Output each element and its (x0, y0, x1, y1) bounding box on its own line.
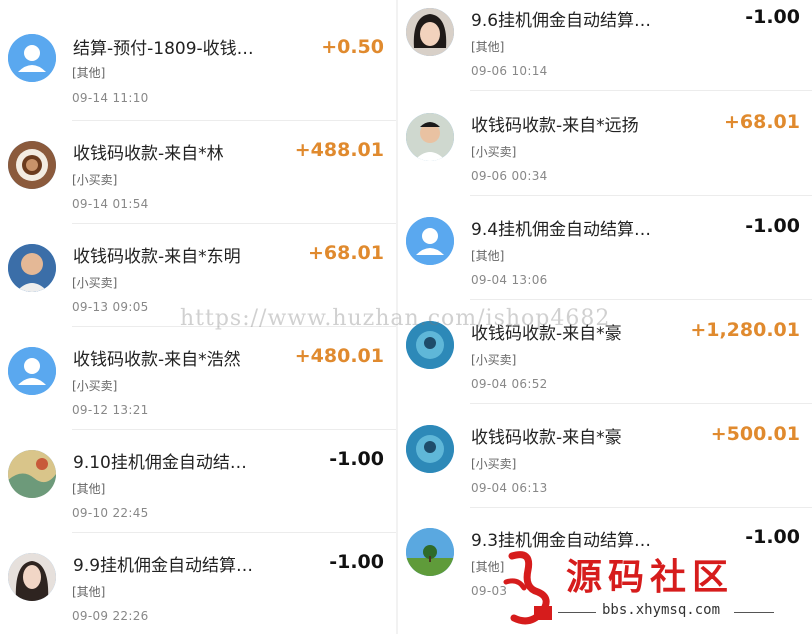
transaction-time: 09-13 09:05 (72, 300, 149, 314)
transaction-title: 收钱码收款-来自*远扬 (471, 116, 639, 136)
transaction-amount: +1,280.01 (690, 319, 800, 341)
row-divider (470, 299, 812, 300)
painting-avatar-icon (8, 450, 56, 498)
girl-portrait-avatar-icon (406, 8, 454, 56)
row-divider (470, 90, 812, 91)
ink-seal-logo-icon (498, 548, 558, 626)
transaction-title: 9.9挂机佣金自动结算… (73, 556, 254, 576)
boy-portrait-avatar-icon (406, 113, 454, 161)
transaction-category: [其他] (471, 249, 505, 263)
underwater-avatar-icon (406, 425, 454, 473)
transaction-row[interactable]: 结算-预付-1809-收钱… [其他] 09-14 11:10 +0.50 (0, 0, 396, 121)
transaction-amount: +488.01 (294, 139, 384, 161)
url-watermark: https://www.huzhan.com/ishop4682 (180, 306, 611, 331)
man-portrait-avatar-icon (8, 244, 56, 292)
transaction-row[interactable]: 收钱码收款-来自*远扬 [小买卖] 09-06 00:34 +68.01 (398, 93, 812, 196)
transaction-time: 09-04 13:06 (471, 273, 548, 287)
transaction-amount: -1.00 (745, 215, 800, 237)
transaction-row[interactable]: 收钱码收款-来自*浩然 [小买卖] 09-12 13:21 +480.01 (0, 327, 396, 430)
transaction-row[interactable]: 收钱码收款-来自*豪 [小买卖] 09-04 06:13 +500.01 (398, 405, 812, 508)
transaction-category: [其他] (72, 66, 106, 80)
transaction-row[interactable]: 9.6挂机佣金自动结算… [其他] 09-06 10:14 -1.00 (398, 0, 812, 91)
transaction-title: 收钱码收款-来自*豪 (471, 428, 622, 448)
transaction-time: 09-14 01:54 (72, 197, 149, 211)
transaction-category: [小买卖] (72, 276, 118, 290)
transaction-title: 结算-预付-1809-收钱… (73, 39, 254, 59)
transaction-title: 收钱码收款-来自*浩然 (73, 350, 241, 370)
transaction-category: [其他] (72, 585, 106, 599)
logo-url: bbs.xhymsq.com (602, 602, 721, 618)
default-user-avatar-icon (8, 347, 56, 395)
transaction-row[interactable]: 9.10挂机佣金自动结… [其他] 09-10 22:45 -1.00 (0, 430, 396, 533)
transaction-time: 09-06 10:14 (471, 64, 548, 78)
tree-landscape-avatar-icon (406, 528, 454, 576)
site-logo: 源码社区 bbs.xhymsq.com (498, 544, 810, 632)
transaction-row[interactable]: 9.4挂机佣金自动结算… [其他] 09-04 13:06 -1.00 (398, 197, 812, 300)
transaction-row[interactable]: 9.9挂机佣金自动结算… [其他] 09-09 22:26 -1.00 (0, 533, 396, 636)
transaction-time: 09-14 11:10 (72, 91, 149, 105)
transaction-time: 09-06 00:34 (471, 169, 548, 183)
transaction-amount: +480.01 (294, 345, 384, 367)
transaction-title: 9.6挂机佣金自动结算… (471, 11, 652, 31)
row-divider (470, 195, 812, 196)
transaction-title: 9.10挂机佣金自动结… (73, 453, 247, 473)
logo-line-right (734, 612, 774, 613)
transaction-title: 收钱码收款-来自*东明 (73, 247, 241, 267)
transaction-amount: -1.00 (745, 6, 800, 28)
transaction-category: [其他] (471, 40, 505, 54)
transaction-amount: +68.01 (723, 111, 800, 133)
transaction-row[interactable]: 收钱码收款-来自*林 [小买卖] 09-14 01:54 +488.01 (0, 121, 396, 224)
transaction-category: [小买卖] (72, 379, 118, 393)
coffee-avatar-icon (8, 141, 56, 189)
default-user-avatar-icon (8, 34, 56, 82)
transaction-time: 09-10 22:45 (72, 506, 149, 520)
transaction-amount: -1.00 (329, 551, 384, 573)
transaction-time: 09-09 22:26 (72, 609, 149, 623)
transaction-category: [小买卖] (471, 457, 517, 471)
logo-line-left (558, 612, 596, 613)
transaction-title: 9.4挂机佣金自动结算… (471, 220, 652, 240)
transaction-category: [小买卖] (72, 173, 118, 187)
transaction-amount: +68.01 (307, 242, 384, 264)
woman-portrait-avatar-icon (8, 553, 56, 601)
transaction-category: [其他] (72, 482, 106, 496)
default-user-avatar-icon (406, 217, 454, 265)
transaction-title: 收钱码收款-来自*林 (73, 144, 224, 164)
transaction-amount: +0.50 (321, 36, 384, 58)
row-divider (470, 403, 812, 404)
transaction-time: 09-04 06:52 (471, 377, 548, 391)
transaction-amount: -1.00 (329, 448, 384, 470)
transaction-amount: +500.01 (710, 423, 800, 445)
transaction-category: [小买卖] (471, 353, 517, 367)
transaction-time: 09-12 13:21 (72, 403, 149, 417)
transaction-category: [小买卖] (471, 145, 517, 159)
transaction-time: 09-04 06:13 (471, 481, 548, 495)
logo-name: 源码社区 (566, 557, 735, 598)
